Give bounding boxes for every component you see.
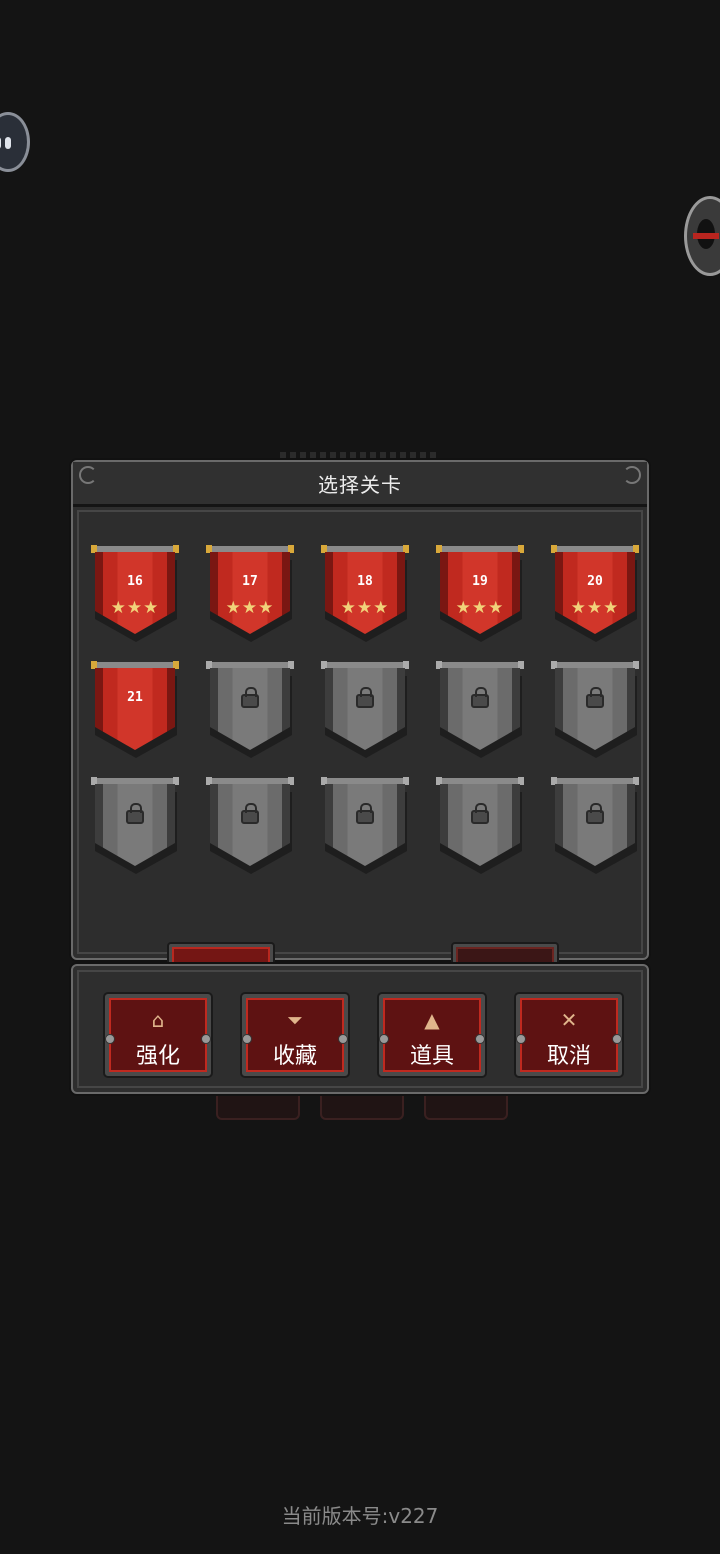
- panel-header: 选择关卡: [73, 462, 647, 507]
- lock-icon: [471, 687, 489, 708]
- action-button-3[interactable]: ✕ 取消: [514, 992, 624, 1078]
- action-button-2[interactable]: ▲ 道具: [377, 992, 487, 1078]
- banner-rod: [321, 777, 409, 785]
- lock-icon: [586, 803, 604, 824]
- level-banner[interactable]: 17 ★★★: [206, 545, 294, 646]
- banner-rod: [206, 777, 294, 785]
- banner-rod: [551, 777, 639, 785]
- level-banner-locked[interactable]: [551, 777, 639, 878]
- background-menu-button: [424, 1090, 508, 1120]
- action-bar: ⌂ 强化 ⏷ 收藏 ▲ 道具 ✕ 取消: [71, 964, 649, 1094]
- background-menu-button: [216, 1090, 300, 1120]
- lock-icon: [241, 687, 259, 708]
- level-number: 19: [472, 574, 488, 589]
- level-grid-area: 16★★★17★★★18★★★19★★★20★★★21 ◀ ▶: [77, 510, 643, 998]
- level-number: 21: [127, 690, 143, 705]
- level-banner[interactable]: 21: [91, 661, 179, 762]
- action-label: 取消: [546, 1044, 591, 1069]
- panel-title: 选择关卡: [318, 472, 402, 497]
- banner-rod: [436, 545, 524, 553]
- level-select-panel: 选择关卡 16★★★17★★★18★★★19★★★20★★★21 ◀ ▶: [71, 460, 649, 998]
- level-banner[interactable]: 20 ★★★: [551, 545, 639, 646]
- banner-rod: [206, 661, 294, 669]
- background-menu-button: [320, 1090, 404, 1120]
- floating-avatar-button[interactable]: [684, 196, 720, 276]
- level-banner-locked[interactable]: [321, 777, 409, 878]
- banner-rod: [321, 545, 409, 553]
- level-banner-locked[interactable]: [206, 661, 294, 762]
- banner-rod: [206, 545, 294, 553]
- floating-assistant-button[interactable]: [0, 112, 30, 172]
- star-rating-icon: ★★★: [455, 598, 505, 618]
- banner-rod: [91, 545, 179, 553]
- lock-icon: [126, 803, 144, 824]
- upgrade-icon: ⌂: [151, 1008, 165, 1032]
- star-rating-icon: ★★★: [570, 598, 620, 618]
- action-bar-inner: ⌂ 强化 ⏷ 收藏 ▲ 道具 ✕ 取消: [77, 970, 643, 1088]
- level-number: 16: [127, 574, 143, 589]
- level-banner-locked[interactable]: [551, 661, 639, 762]
- lock-icon: [241, 803, 259, 824]
- level-number: 20: [587, 574, 603, 589]
- level-banner-locked[interactable]: [436, 661, 524, 762]
- banner-rod: [436, 661, 524, 669]
- level-number: 18: [357, 574, 373, 589]
- lock-icon: [471, 803, 489, 824]
- action-label: 道具: [409, 1044, 454, 1069]
- star-rating-icon: ★★★: [110, 598, 160, 618]
- level-banner-locked[interactable]: [206, 777, 294, 878]
- action-button-0[interactable]: ⌂ 强化: [103, 992, 213, 1078]
- banner-rod: [91, 661, 179, 669]
- close-icon: ✕: [560, 1008, 578, 1032]
- banner-rod: [321, 661, 409, 669]
- trophy-icon: ⏷: [287, 1008, 303, 1032]
- version-label: 当前版本号:v227: [281, 1504, 439, 1528]
- lock-icon: [586, 687, 604, 708]
- banner-rod: [436, 777, 524, 785]
- action-button-1[interactable]: ⏷ 收藏: [240, 992, 350, 1078]
- level-banner-locked[interactable]: [321, 661, 409, 762]
- star-rating-icon: ★★★: [225, 598, 275, 618]
- level-banner-locked[interactable]: [91, 777, 179, 878]
- level-banner-locked[interactable]: [436, 777, 524, 878]
- banner-rod: [91, 777, 179, 785]
- banner-rod: [551, 545, 639, 553]
- potion-icon: ▲: [424, 1008, 440, 1032]
- assistant-eye: [5, 137, 11, 149]
- star-rating-icon: ★★★: [340, 598, 390, 618]
- level-banner[interactable]: 18 ★★★: [321, 545, 409, 646]
- action-label: 收藏: [272, 1044, 317, 1069]
- lock-icon: [356, 687, 374, 708]
- level-banner[interactable]: 19 ★★★: [436, 545, 524, 646]
- lock-icon: [356, 803, 374, 824]
- scroll-ornament-icon: [79, 466, 97, 484]
- assistant-eye: [0, 137, 1, 149]
- banner-rod: [551, 661, 639, 669]
- scroll-ornament-icon: [623, 466, 641, 484]
- level-number: 17: [242, 574, 258, 589]
- avatar-band: [693, 233, 719, 239]
- action-label: 强化: [135, 1044, 180, 1069]
- level-banner[interactable]: 16 ★★★: [91, 545, 179, 646]
